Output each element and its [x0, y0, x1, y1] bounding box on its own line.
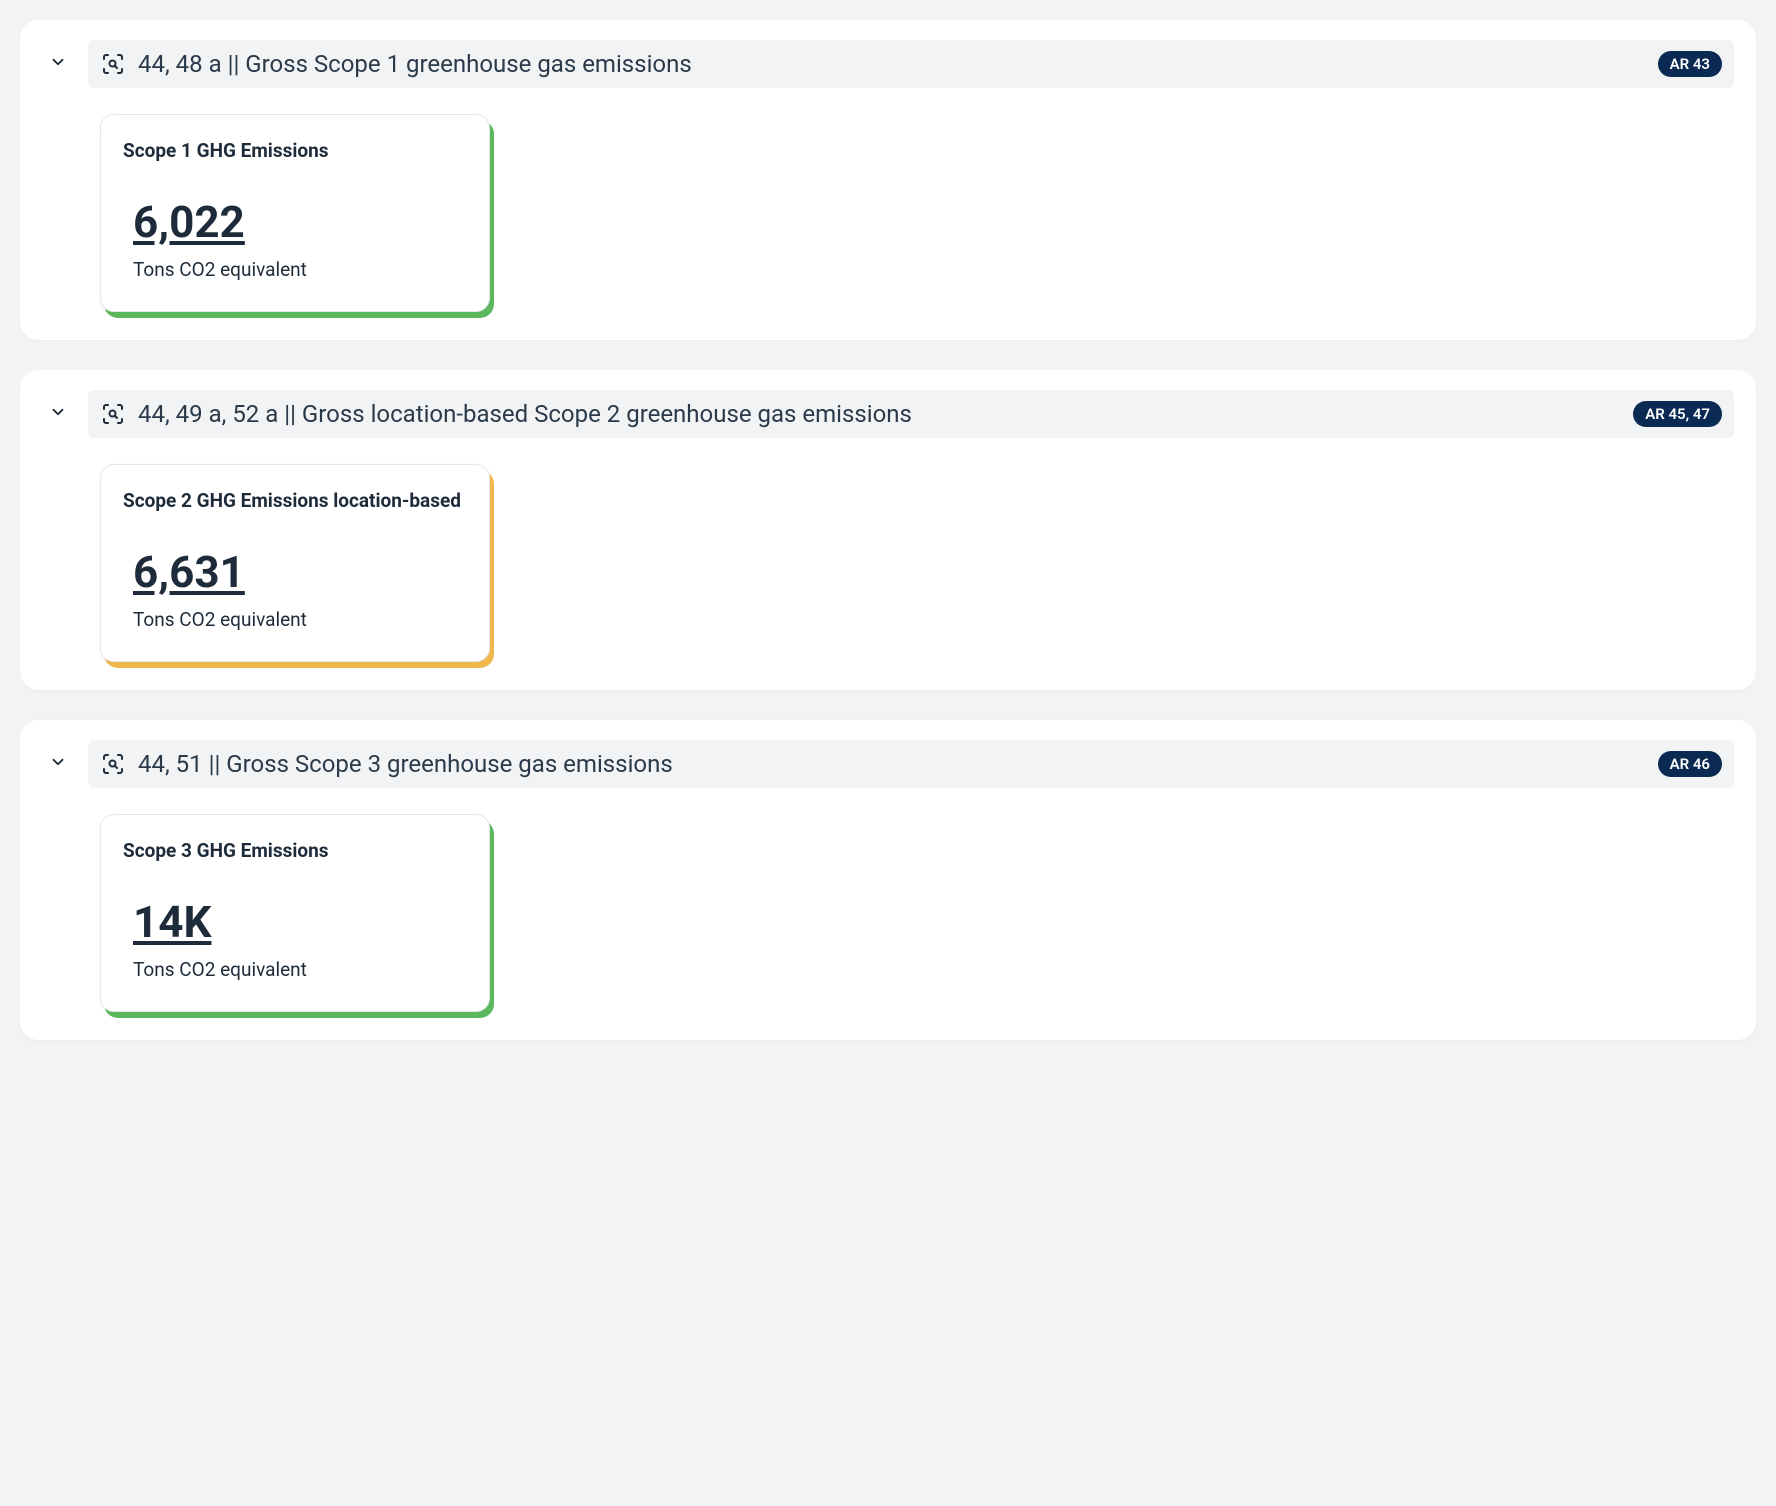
emissions-section: 44, 48 a || Gross Scope 1 greenhouse gas…	[20, 20, 1756, 340]
section-title: 44, 51 || Gross Scope 3 greenhouse gas e…	[138, 750, 1646, 778]
metric-card[interactable]: Scope 2 GHG Emissions location-based 6,6…	[100, 464, 490, 662]
metric-unit: Tons CO2 equivalent	[133, 258, 467, 281]
section-header: 44, 49 a, 52 a || Gross location-based S…	[42, 390, 1734, 438]
card-row: Scope 3 GHG Emissions 14K Tons CO2 equiv…	[42, 788, 1734, 1012]
expand-toggle[interactable]	[42, 48, 74, 80]
reference-badge: AR 46	[1658, 751, 1722, 777]
metric-card[interactable]: Scope 1 GHG Emissions 6,022 Tons CO2 equ…	[100, 114, 490, 312]
emissions-section: 44, 49 a, 52 a || Gross location-based S…	[20, 370, 1756, 690]
section-title-bar: 44, 49 a, 52 a || Gross location-based S…	[88, 390, 1734, 438]
reference-badge: AR 43	[1658, 51, 1722, 77]
section-title: 44, 49 a, 52 a || Gross location-based S…	[138, 400, 1621, 428]
metric-unit: Tons CO2 equivalent	[133, 608, 467, 631]
metric-value[interactable]: 6,022	[133, 196, 467, 248]
scan-search-icon	[100, 51, 126, 77]
emissions-section: 44, 51 || Gross Scope 3 greenhouse gas e…	[20, 720, 1756, 1040]
card-row: Scope 1 GHG Emissions 6,022 Tons CO2 equ…	[42, 88, 1734, 312]
chevron-down-icon	[49, 53, 67, 75]
metric-unit: Tons CO2 equivalent	[133, 958, 467, 981]
scan-search-icon	[100, 751, 126, 777]
metric-title: Scope 3 GHG Emissions	[123, 839, 467, 862]
chevron-down-icon	[49, 753, 67, 775]
metric-title: Scope 2 GHG Emissions location-based	[123, 489, 467, 512]
reference-badge: AR 45, 47	[1633, 401, 1722, 427]
chevron-down-icon	[49, 403, 67, 425]
expand-toggle[interactable]	[42, 748, 74, 780]
section-title-bar: 44, 51 || Gross Scope 3 greenhouse gas e…	[88, 740, 1734, 788]
metric-value[interactable]: 14K	[133, 896, 467, 948]
metric-value[interactable]: 6,631	[133, 546, 467, 598]
section-title-bar: 44, 48 a || Gross Scope 1 greenhouse gas…	[88, 40, 1734, 88]
scan-search-icon	[100, 401, 126, 427]
section-header: 44, 48 a || Gross Scope 1 greenhouse gas…	[42, 40, 1734, 88]
metric-title: Scope 1 GHG Emissions	[123, 139, 467, 162]
card-row: Scope 2 GHG Emissions location-based 6,6…	[42, 438, 1734, 662]
metric-card[interactable]: Scope 3 GHG Emissions 14K Tons CO2 equiv…	[100, 814, 490, 1012]
section-title: 44, 48 a || Gross Scope 1 greenhouse gas…	[138, 50, 1646, 78]
section-header: 44, 51 || Gross Scope 3 greenhouse gas e…	[42, 740, 1734, 788]
expand-toggle[interactable]	[42, 398, 74, 430]
